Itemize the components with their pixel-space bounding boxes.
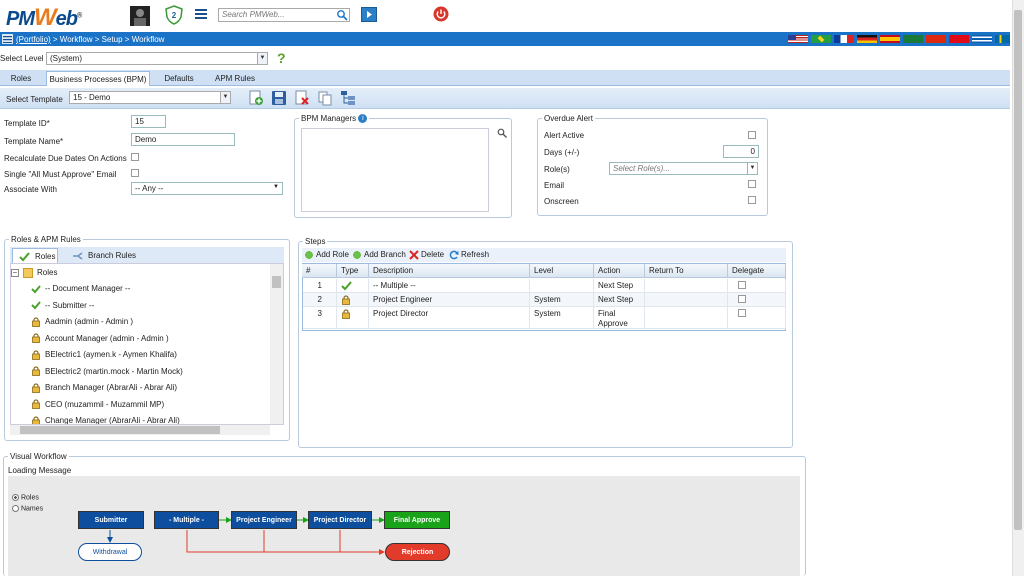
- node-project-engineer[interactable]: Project Engineer: [231, 511, 297, 529]
- node-withdrawal[interactable]: Withdrawal: [78, 543, 142, 561]
- workflow-connectors: [107, 517, 385, 555]
- node-submitter[interactable]: Submitter: [78, 511, 144, 529]
- page-vscroll-thumb[interactable]: [1014, 10, 1022, 530]
- node-final-approve[interactable]: Final Approve: [384, 511, 450, 529]
- node-rejection[interactable]: Rejection: [385, 543, 450, 561]
- node-project-director[interactable]: Project Director: [308, 511, 372, 529]
- node-multiple[interactable]: - Multiple -: [154, 511, 219, 529]
